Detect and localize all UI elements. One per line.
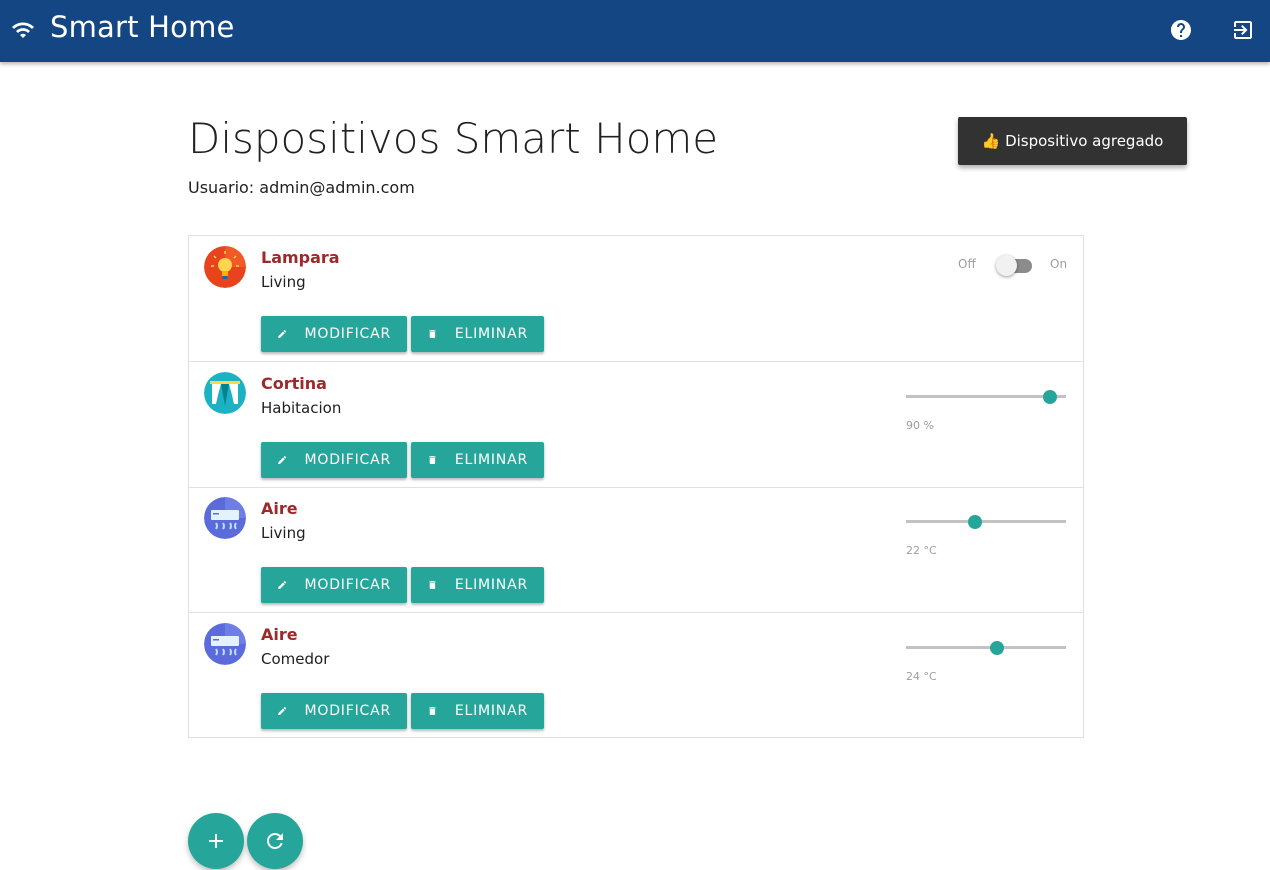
device-room: Living [261, 273, 306, 291]
add-device-button[interactable] [188, 813, 244, 869]
pencil-icon [278, 581, 287, 589]
delete-button-label: ELIMINAR [454, 577, 528, 593]
plus-icon [209, 834, 223, 848]
slider-value-label: 22 °C [906, 544, 937, 557]
slider-value-label: 24 °C [906, 670, 937, 683]
device-list: Lampara Living Off On MODIFICAR ELIMINAR… [188, 235, 1084, 738]
air-conditioner-icon [204, 623, 246, 665]
help-icon[interactable] [1169, 18, 1193, 42]
modify-button-label: MODIFICAR [304, 326, 391, 342]
curtain-icon [204, 372, 246, 414]
power-switch-knob[interactable] [996, 255, 1017, 276]
air-conditioner-icon [204, 497, 246, 539]
delete-button-label: ELIMINAR [454, 703, 528, 719]
delete-button-label: ELIMINAR [454, 452, 528, 468]
pencil-icon [278, 330, 287, 338]
user-info: Usuario: admin@admin.com [188, 178, 415, 197]
toast-notification: 👍 Dispositivo agregado [958, 117, 1187, 165]
delete-button[interactable]: ELIMINAR [411, 567, 544, 603]
trash-icon [429, 455, 436, 465]
device-name: Aire [261, 625, 298, 644]
delete-button[interactable]: ELIMINAR [411, 693, 544, 729]
refresh-button[interactable] [247, 813, 303, 869]
switch-off-label: Off [958, 257, 976, 271]
device-name: Cortina [261, 374, 327, 393]
modify-button[interactable]: MODIFICAR [261, 567, 407, 603]
trash-icon [429, 580, 436, 590]
slider-thumb[interactable] [1043, 389, 1057, 404]
device-row-cortina: Cortina Habitacion 90 % MODIFICAR ELIMIN… [189, 362, 1083, 488]
trash-icon [429, 706, 436, 716]
delete-button-label: ELIMINAR [454, 326, 528, 342]
device-name: Aire [261, 499, 298, 518]
device-row-lampara: Lampara Living Off On MODIFICAR ELIMINAR [189, 236, 1083, 362]
device-row-aire-living: Aire Living 22 °C MODIFICAR ELIMINAR [189, 487, 1083, 613]
delete-button[interactable]: ELIMINAR [411, 442, 544, 478]
opening-slider[interactable] [906, 389, 1066, 404]
modify-button[interactable]: MODIFICAR [261, 316, 407, 352]
slider-value-label: 90 % [906, 419, 934, 432]
logout-icon[interactable] [1231, 18, 1255, 42]
device-room: Habitacion [261, 399, 342, 417]
device-room: Living [261, 524, 306, 542]
modify-button-label: MODIFICAR [304, 452, 391, 468]
switch-on-label: On [1050, 257, 1068, 271]
device-name: Lampara [261, 248, 340, 267]
device-row-aire-comedor: Aire Comedor 24 °C MODIFICAR ELIMINAR [189, 613, 1083, 739]
modify-button[interactable]: MODIFICAR [261, 693, 407, 729]
page-title: Dispositivos Smart Home [188, 114, 719, 163]
modify-button-label: MODIFICAR [304, 703, 391, 719]
trash-icon [429, 329, 436, 339]
pencil-icon [278, 707, 287, 715]
slider-thumb[interactable] [967, 514, 982, 529]
app-bar: Smart Home [0, 0, 1270, 62]
modify-button[interactable]: MODIFICAR [261, 442, 407, 478]
wifi-icon [12, 22, 34, 38]
refresh-icon [267, 833, 283, 849]
app-title[interactable]: Smart Home [50, 10, 235, 44]
pencil-icon [278, 456, 287, 464]
lightbulb-icon [204, 246, 246, 288]
temperature-slider[interactable] [906, 514, 1066, 529]
delete-button[interactable]: ELIMINAR [411, 316, 544, 352]
slider-thumb[interactable] [990, 640, 1005, 655]
device-room: Comedor [261, 650, 330, 668]
temperature-slider[interactable] [906, 640, 1066, 655]
modify-button-label: MODIFICAR [304, 577, 391, 593]
